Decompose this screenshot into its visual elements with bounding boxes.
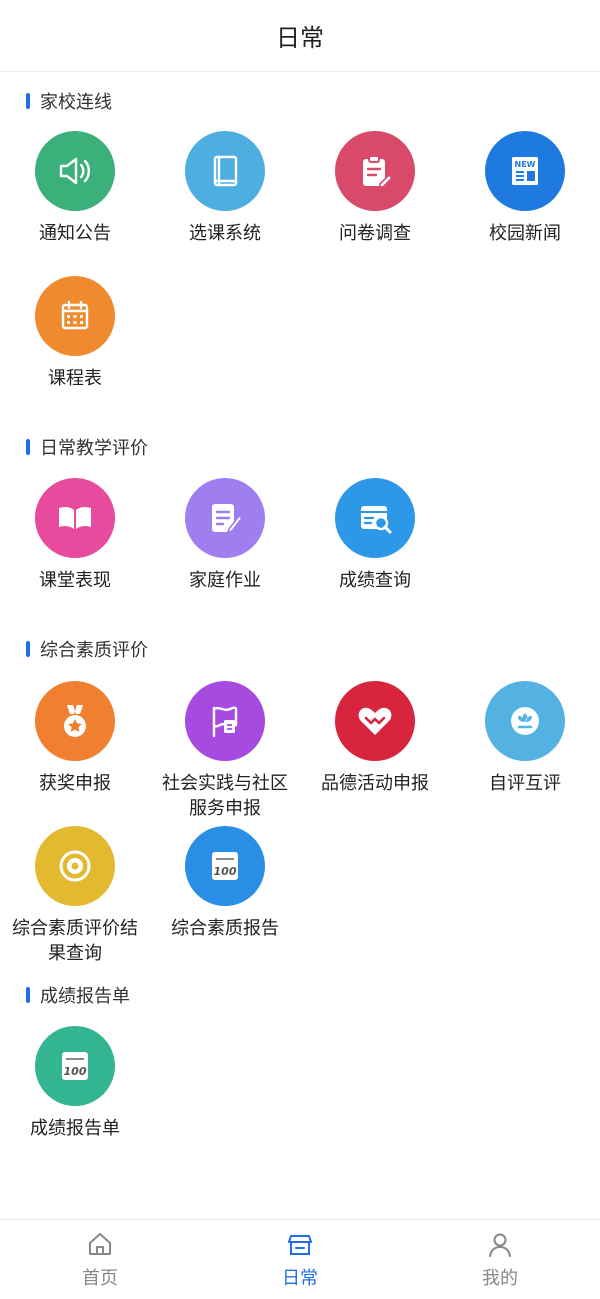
- flower-icon: [485, 681, 565, 761]
- feature-label: 课堂表现: [39, 570, 111, 591]
- section-title: 日常教学评价: [40, 438, 148, 459]
- tab-home[interactable]: 首页: [0, 1220, 200, 1299]
- app-header: 日常: [0, 0, 600, 72]
- section-title: 家校连线: [40, 92, 112, 113]
- feature-label: 自评互评: [489, 773, 561, 794]
- flag-document-icon: [185, 681, 265, 761]
- svg-text:100: 100: [64, 1065, 87, 1078]
- feature-item[interactable]: 自评互评: [450, 681, 600, 796]
- feature-label: 综合素质评价结果查询: [12, 918, 138, 964]
- document-pen-icon: [185, 478, 265, 558]
- feature-label: 校园新闻: [489, 223, 561, 244]
- feature-item[interactable]: 社会实践与社区服务申报: [150, 681, 300, 821]
- home-icon: [86, 1230, 114, 1262]
- section-accent-bar: [26, 987, 30, 1003]
- target-icon: [35, 826, 115, 906]
- newspaper-icon: NEW: [485, 131, 565, 211]
- open-book-icon: [35, 478, 115, 558]
- feature-label: 品德活动申报: [321, 773, 429, 794]
- feature-item[interactable]: 课堂表现: [0, 478, 150, 593]
- tab-user[interactable]: 我的: [400, 1220, 600, 1299]
- feature-item[interactable]: 问卷调查: [300, 131, 450, 246]
- svg-text:100: 100: [214, 865, 237, 878]
- feature-item[interactable]: 通知公告: [0, 131, 150, 246]
- feature-item[interactable]: 课程表: [0, 276, 150, 391]
- feature-label: 成绩报告单: [30, 1118, 120, 1139]
- heart-icon: [335, 681, 415, 761]
- section-header: 综合素质评价: [26, 638, 148, 661]
- bottom-tab-bar: 首页 日常 我的: [0, 1219, 600, 1299]
- page-title: 日常: [276, 24, 324, 52]
- feature-item[interactable]: 100 综合素质报告: [150, 826, 300, 941]
- daily-store-icon: [286, 1230, 314, 1262]
- search-grades-icon: [335, 478, 415, 558]
- svg-text:NEW: NEW: [515, 160, 536, 169]
- feature-label: 课程表: [48, 368, 102, 389]
- feature-label: 选课系统: [189, 223, 261, 244]
- section-header: 家校连线: [26, 90, 112, 113]
- calendar-icon: [35, 276, 115, 356]
- feature-label: 通知公告: [39, 223, 111, 244]
- medal-icon: [35, 681, 115, 761]
- book-icon: [185, 131, 265, 211]
- score-100-icon: 100: [185, 826, 265, 906]
- feature-item[interactable]: 100 成绩报告单: [0, 1026, 150, 1141]
- feature-item[interactable]: 选课系统: [150, 131, 300, 246]
- clipboard-edit-icon: [335, 131, 415, 211]
- tab-label: 首页: [82, 1267, 118, 1289]
- section-accent-bar: [26, 439, 30, 455]
- tab-label: 我的: [482, 1267, 518, 1289]
- tab-label: 日常: [282, 1267, 318, 1289]
- feature-item[interactable]: NEW 校园新闻: [450, 131, 600, 246]
- feature-label: 问卷调查: [339, 223, 411, 244]
- section-title: 综合素质评价: [40, 640, 148, 661]
- speaker-icon: [35, 131, 115, 211]
- score-100-icon: 100: [35, 1026, 115, 1106]
- feature-item[interactable]: 成绩查询: [300, 478, 450, 593]
- feature-item[interactable]: 品德活动申报: [300, 681, 450, 796]
- feature-label: 获奖申报: [39, 773, 111, 794]
- tab-daily-store[interactable]: 日常: [200, 1220, 400, 1299]
- feature-item[interactable]: 家庭作业: [150, 478, 300, 593]
- feature-label: 综合素质报告: [171, 918, 279, 939]
- section-title: 成绩报告单: [40, 986, 130, 1007]
- section-accent-bar: [26, 641, 30, 657]
- feature-label: 成绩查询: [339, 570, 411, 591]
- user-icon: [486, 1230, 514, 1262]
- feature-item[interactable]: 综合素质评价结果查询: [0, 826, 150, 966]
- section-accent-bar: [26, 93, 30, 109]
- feature-label: 社会实践与社区服务申报: [162, 773, 288, 819]
- feature-label: 家庭作业: [189, 570, 261, 591]
- feature-item[interactable]: 获奖申报: [0, 681, 150, 796]
- section-header: 成绩报告单: [26, 984, 130, 1007]
- section-header: 日常教学评价: [26, 436, 148, 459]
